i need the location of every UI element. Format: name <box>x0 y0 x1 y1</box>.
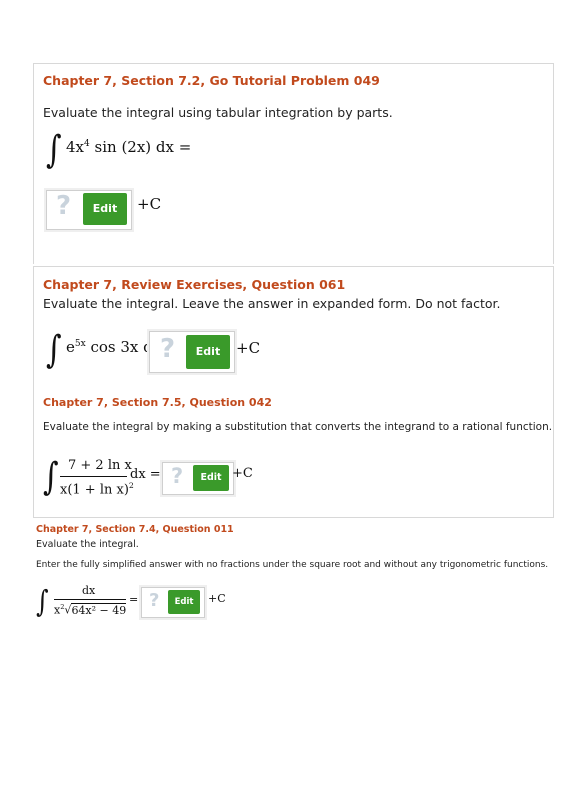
edit-button-4[interactable]: Edit <box>168 590 200 614</box>
edit-button-1[interactable]: Edit <box>83 193 127 225</box>
problem-2-expression: e5x cos 3x dx <box>66 338 162 356</box>
problem-3-dx: dx = <box>130 467 161 482</box>
problem-2-title: Chapter 7, Review Exercises, Question 06… <box>43 277 346 292</box>
problem-1-title: Chapter 7, Section 7.2, Go Tutorial Prob… <box>43 73 380 88</box>
problem-3-numerator: 7 + 2 ln x <box>68 458 132 473</box>
problem-card-1 <box>33 63 554 264</box>
problem-4-denominator: x2√64x² − 49 <box>54 602 127 617</box>
answer-placeholder-3: ? <box>171 464 184 488</box>
edit-button-3[interactable]: Edit <box>193 465 229 491</box>
problem-4-equals: = <box>129 593 139 606</box>
answer-placeholder-4: ? <box>149 590 160 611</box>
constant-c-1: +C <box>137 195 162 213</box>
constant-c-2: +C <box>236 339 261 357</box>
constant-c-4: +C <box>208 592 226 605</box>
problem-2-prompt: Evaluate the integral. Leave the answer … <box>43 296 501 311</box>
problem-3-prompt: Evaluate the integral by making a substi… <box>43 421 553 433</box>
problem-4-title: Chapter 7, Section 7.4, Question 011 <box>36 524 234 535</box>
problem-3-title: Chapter 7, Section 7.5, Question 042 <box>43 396 272 409</box>
constant-c-3: +C <box>232 466 253 481</box>
integral-sign-4: ∫ <box>36 584 49 619</box>
answer-placeholder-2: ? <box>160 334 176 364</box>
problem-4-instructions: Enter the fully simplified answer with n… <box>36 560 549 570</box>
problem-1-expression: 4x4 sin (2x) dx = <box>66 138 192 156</box>
problem-1-prompt: Evaluate the integral using tabular inte… <box>43 105 393 120</box>
problem-4-fraction-bar <box>54 599 126 600</box>
edit-button-2[interactable]: Edit <box>186 335 230 369</box>
integral-sign-1: ∫ <box>46 128 62 172</box>
problem-3-denominator: x(1 + ln x)2 <box>60 481 134 498</box>
problem-4-prompt: Evaluate the integral. <box>36 539 139 550</box>
answer-placeholder-1: ? <box>56 191 72 221</box>
integral-sign-2: ∫ <box>46 328 62 372</box>
integral-sign-3: ∫ <box>43 455 59 499</box>
problem-4-numerator: dx <box>82 584 96 597</box>
problem-3-fraction-bar <box>60 476 127 477</box>
